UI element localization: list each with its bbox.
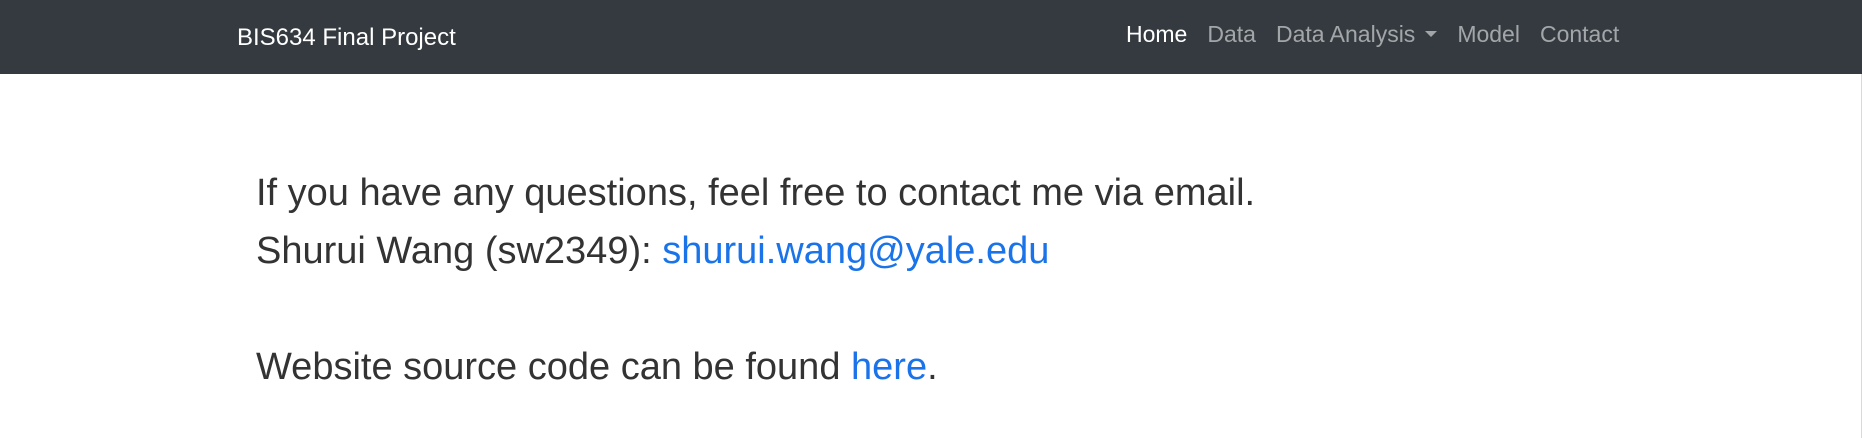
brand-title[interactable]: BIS634 Final Project	[237, 24, 456, 52]
contact-name: Shurui Wang (sw2349):	[256, 230, 663, 272]
nav-data-analysis-label: Data Analysis	[1275, 21, 1416, 47]
contact-email-line: Shurui Wang (sw2349): shurui.wang@yale.e…	[256, 222, 1756, 280]
nav-home-link[interactable]: Home	[1126, 20, 1187, 48]
contact-intro: If you have any questions, feel free to …	[256, 172, 1256, 214]
nav-data-link[interactable]: Data	[1207, 20, 1256, 48]
nav-contact-link[interactable]: Contact	[1540, 20, 1619, 48]
nav-model-link[interactable]: Model	[1457, 20, 1520, 48]
nav-data-analysis-dropdown[interactable]: Data Analysis	[1275, 20, 1438, 48]
source-code-line: Website source code can be found here.	[256, 338, 1756, 396]
source-code-period: .	[927, 346, 938, 388]
nav-menu: Home Data Data Analysis Model Contact	[1126, 19, 1619, 49]
chevron-down-icon	[1425, 31, 1438, 37]
source-code-text: Website source code can be found	[256, 346, 852, 388]
source-code-link[interactable]: here	[851, 346, 927, 388]
top-navbar: BIS634 Final Project Home Data Data Anal…	[0, 0, 1862, 74]
contact-content: If you have any questions, feel free to …	[256, 164, 1756, 396]
email-link[interactable]: shurui.wang@yale.edu	[662, 230, 1049, 272]
